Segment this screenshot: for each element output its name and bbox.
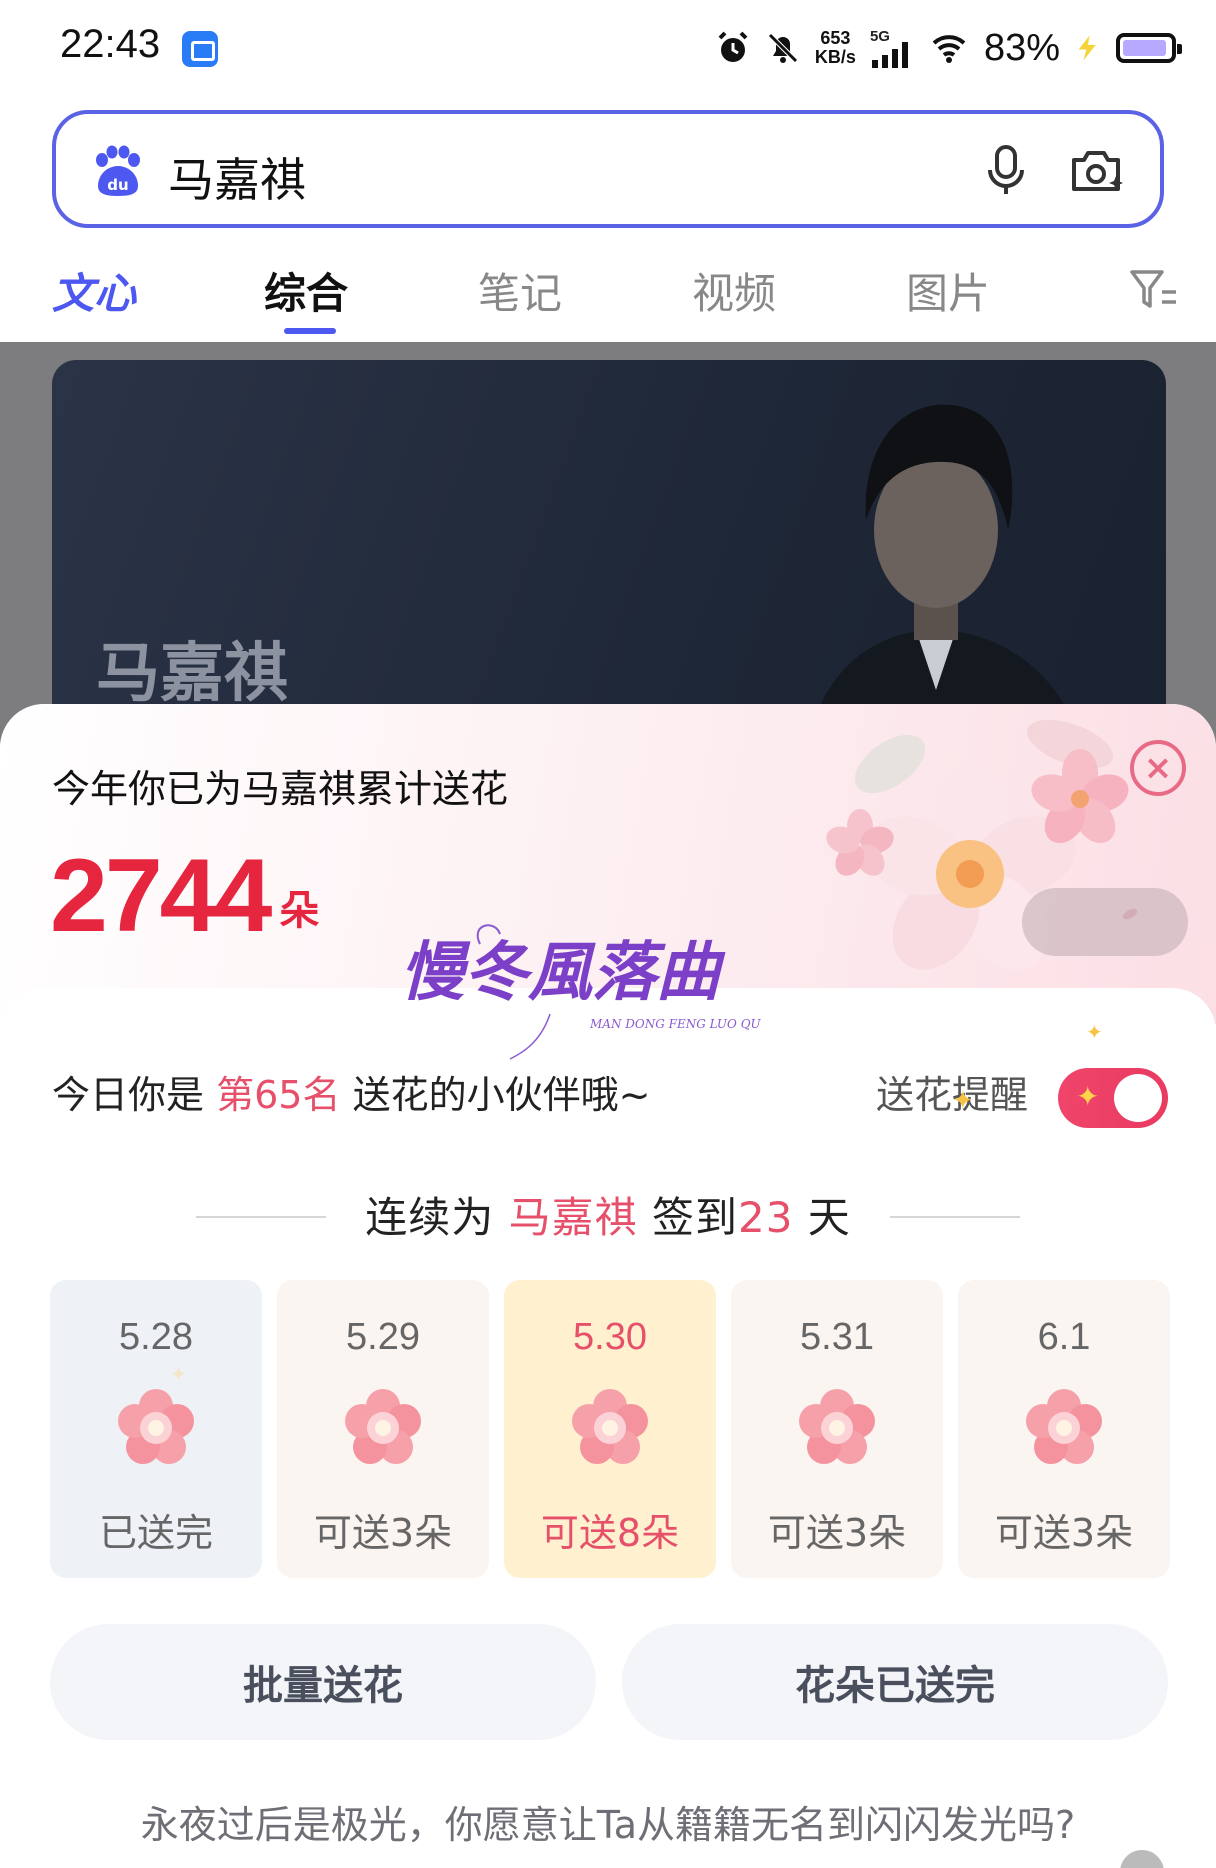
checkin-days: 5.28 ✦ 已送完 5.29 可送3朵 5.30 可送8朵 5.31 可送3朵…: [50, 1280, 1170, 1578]
streak-suffix: 天: [807, 1193, 851, 1242]
charging-icon: [1078, 35, 1096, 61]
search-tabs: 文心 综合 笔记 视频 图片: [0, 250, 1216, 342]
close-button[interactable]: ×: [1130, 740, 1186, 796]
sparkle-icon: ✦: [952, 1086, 974, 1116]
star-icon: ✦: [1076, 1080, 1100, 1113]
hero-card: 马嘉祺: [52, 360, 1166, 760]
total-flowers-unit: 朵: [279, 888, 320, 934]
signal-bars: [871, 42, 908, 68]
status-icons: 653 KB/s 5G 83%: [715, 22, 1182, 74]
baidu-paw-icon: du: [96, 145, 140, 196]
streak-days: 23: [737, 1193, 794, 1242]
total-flowers-count: 2744: [50, 838, 272, 954]
tab-images[interactable]: 图片: [906, 260, 990, 321]
flowers-used-up-button[interactable]: 花朵已送完: [622, 1624, 1168, 1740]
day-label: 可送3朵: [313, 1511, 453, 1555]
alarm-icon: [718, 31, 748, 62]
day-date: 5.30: [573, 1316, 647, 1358]
battery-percent: 83%: [983, 26, 1060, 69]
streak-name: 马嘉祺: [508, 1193, 638, 1242]
flower-icon: [118, 1389, 194, 1464]
sparkle-icon: ✦: [170, 1362, 187, 1386]
search-input[interactable]: 马嘉祺: [168, 144, 306, 210]
day-label: 可送3朵: [994, 1511, 1134, 1555]
mute-bell-icon: [768, 33, 798, 63]
status-time: 22:43: [60, 22, 161, 66]
flower-icon: [572, 1389, 648, 1464]
slogan-text: 永夜过后是极光，你愿意让Ta从籍籍无名到闪闪发光吗?: [140, 1803, 1076, 1847]
search-bar[interactable]: du 马嘉祺: [52, 110, 1164, 228]
net-speed-unit: KB/s: [814, 47, 856, 67]
flower-illustration: [826, 719, 1138, 970]
microphone-icon[interactable]: [982, 144, 1030, 196]
day-date: 6.1: [1037, 1316, 1091, 1358]
watermark-logo: 慢冬風落曲 MAN DONG FENG LUO QU: [400, 924, 762, 1060]
tab-wenxin[interactable]: 文心: [52, 260, 136, 321]
wifi-icon: [932, 35, 966, 63]
hero-name: 马嘉祺: [96, 637, 288, 711]
total-flowers-label: 今年你已为马嘉祺累计送花: [52, 767, 509, 811]
streak-mid: 签到: [651, 1193, 738, 1242]
net-speed-value: 653: [820, 28, 851, 48]
day-date: 5.31: [800, 1316, 874, 1358]
flower-icon: [799, 1389, 875, 1464]
tab-notes[interactable]: 笔记: [478, 260, 562, 321]
signal-icon: 5G: [870, 28, 914, 68]
day-card[interactable]: 5.28 ✦ 已送完: [50, 1280, 262, 1578]
day-card[interactable]: 6.1 可送3朵: [958, 1280, 1170, 1578]
battery-icon: [1116, 33, 1182, 63]
rank-value: 第65名: [216, 1073, 341, 1117]
day-date: 5.29: [346, 1316, 420, 1358]
day-date: 5.28: [119, 1316, 193, 1358]
flower-gift-sheet: × 今年你已为马嘉祺累计送花 2744 朵 慢冬風落曲 MAN DONG FEN…: [0, 704, 1216, 1868]
app-notification-icon: [182, 31, 218, 67]
close-icon: ×: [1143, 748, 1173, 788]
batch-send-button[interactable]: 批量送花: [50, 1624, 596, 1740]
daily-rank: 今日你是 第65名 送花的小伙伴哦~: [52, 1064, 650, 1119]
svg-text:du: du: [107, 176, 128, 194]
flower-icon: [1026, 1389, 1102, 1464]
day-card[interactable]: 5.31 可送3朵: [731, 1280, 943, 1578]
day-label: 已送完: [98, 1511, 213, 1555]
status-bar: 22:43 653 KB/s 5G 83%: [0, 0, 1216, 100]
remind-toggle[interactable]: ✦: [1058, 1068, 1168, 1128]
watermark-text: 慢冬風落曲: [400, 935, 726, 1010]
divider-line: [890, 1216, 1020, 1218]
celebrity-photo: [806, 404, 1086, 760]
day-label: 可送3朵: [767, 1511, 907, 1555]
rank-prefix: 今日你是: [52, 1073, 205, 1117]
filter-icon[interactable]: [1128, 266, 1178, 314]
tab-all[interactable]: 综合: [264, 260, 348, 321]
streak-banner: 连续为 马嘉祺 签到23 天: [0, 1184, 1216, 1244]
total-flowers: 2744 朵: [50, 844, 319, 948]
net-speed: 653 KB/s: [815, 29, 856, 67]
toggle-knob: [1114, 1074, 1162, 1122]
day-label: 可送8朵: [540, 1511, 680, 1555]
active-tab-indicator: [284, 328, 336, 334]
divider-line: [196, 1216, 326, 1218]
streak-prefix: 连续为: [365, 1193, 495, 1242]
blurred-badge: [1022, 888, 1188, 956]
day-card[interactable]: 5.30 可送8朵: [504, 1280, 716, 1578]
sparkle-icon: ✦: [1086, 1020, 1103, 1044]
streak-text: 连续为 马嘉祺 签到23 天: [365, 1193, 851, 1242]
day-card[interactable]: 5.29 可送3朵: [277, 1280, 489, 1578]
tab-video[interactable]: 视频: [692, 260, 776, 321]
watermark-subtext: MAN DONG FENG LUO QU: [589, 1017, 762, 1031]
flower-icon: [345, 1389, 421, 1464]
rank-suffix: 送花的小伙伴哦~: [352, 1073, 651, 1117]
camera-search-icon[interactable]: [1068, 144, 1124, 196]
